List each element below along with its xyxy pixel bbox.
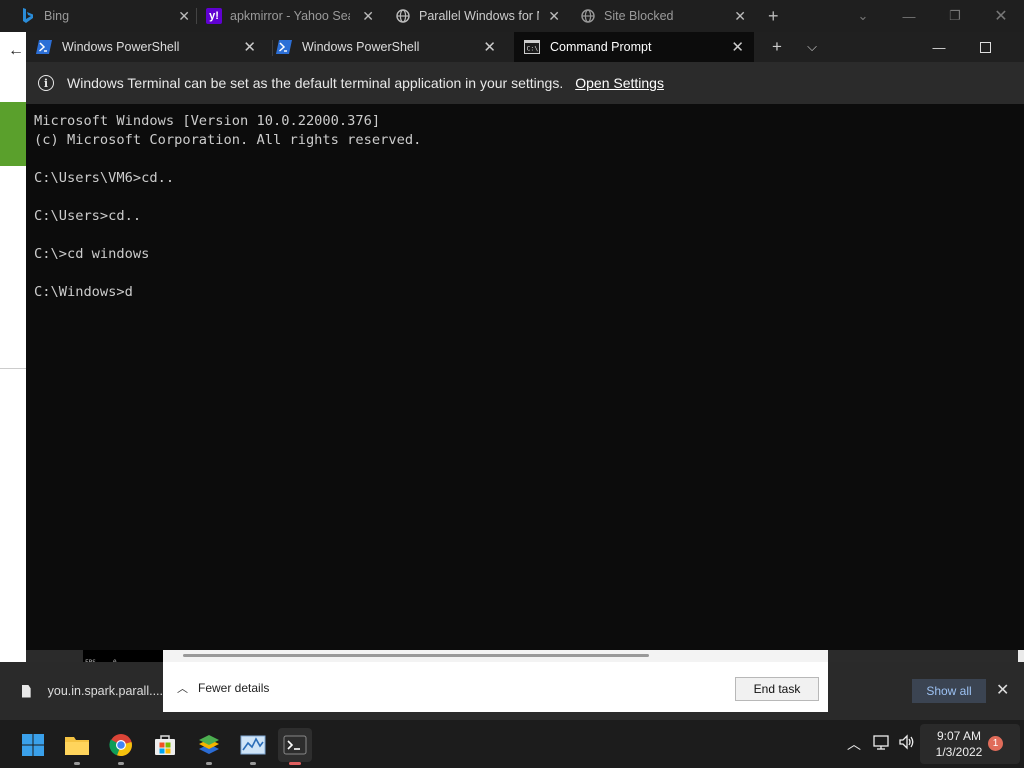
close-icon[interactable]: ✕ — [734, 8, 746, 25]
taskbar-bluestacks[interactable] — [192, 728, 226, 765]
restore-button[interactable]: ❐ — [932, 0, 978, 32]
taskbar-performance-monitor[interactable] — [236, 728, 270, 765]
close-icon[interactable]: ✕ — [548, 8, 560, 25]
new-tab-button[interactable]: + — [770, 32, 784, 62]
download-file-name: you.in.spark.parall.... — [47, 684, 163, 698]
powershell-icon — [276, 40, 292, 54]
info-icon: i — [38, 75, 54, 91]
plus-icon: + — [772, 37, 782, 56]
close-icon[interactable]: ✕ — [362, 8, 374, 25]
performance-monitor-icon — [240, 735, 266, 755]
terminal-window: Windows PowerShell ✕ Windows PowerShell … — [26, 32, 1024, 650]
powershell-icon — [36, 40, 52, 54]
browser-tab-strip: Bing ✕ y! apkmirror - Yahoo Sear ✕ Paral… — [0, 0, 1024, 32]
browser-tab-label: apkmirror - Yahoo Sear — [230, 9, 350, 23]
minimize-icon: — — [932, 39, 946, 55]
console-line: (c) Microsoft Corporation. All rights re… — [34, 132, 422, 148]
browser-tab-label: Site Blocked — [604, 9, 674, 23]
fewer-details-button[interactable]: ︿ Fewer details — [177, 680, 269, 696]
close-icon[interactable]: ✕ — [178, 8, 190, 25]
task-manager-footer: ︿ Fewer details End task — [163, 662, 828, 712]
console-line: Microsoft Windows [Version 10.0.22000.37… — [34, 113, 381, 129]
end-task-button[interactable]: End task — [735, 677, 819, 701]
network-icon[interactable] — [873, 734, 891, 753]
console-line: C:\Users\VM6>cd.. — [34, 170, 175, 186]
infobar-message: Windows Terminal can be set as the defau… — [67, 75, 564, 91]
back-arrow-icon[interactable]: ← — [8, 42, 24, 60]
time: 9:07 AM — [936, 729, 982, 743]
chevron-up-icon: ︿ — [177, 683, 188, 695]
task-manager-scroll-area — [163, 650, 828, 662]
file-explorer-icon — [65, 737, 89, 755]
browser-tab-site-blocked[interactable]: Site Blocked ✕ — [580, 0, 746, 32]
browser-tab-label: Parallel Windows for N — [419, 9, 539, 23]
start-button[interactable] — [16, 728, 50, 762]
tab-powershell-1[interactable]: Windows PowerShell ✕ — [36, 32, 266, 62]
notification-badge[interactable]: 1 — [988, 736, 1003, 751]
maximize-icon — [979, 41, 991, 53]
chevron-down-icon: ⌵ — [807, 39, 817, 54]
download-item[interactable]: you.in.spark.parall.... — [0, 662, 163, 720]
minimize-button[interactable]: — — [916, 32, 962, 62]
maximize-button[interactable] — [962, 32, 1008, 62]
plus-icon: + — [768, 5, 779, 26]
close-icon: ✕ — [996, 682, 1010, 699]
horizontal-scrollbar[interactable] — [183, 654, 649, 657]
file-icon — [22, 684, 31, 698]
open-settings-link[interactable]: Open Settings — [575, 75, 664, 91]
taskbar-chrome[interactable] — [104, 728, 138, 765]
taskbar-store[interactable] — [148, 728, 182, 762]
svg-text:C:\: C:\ — [527, 45, 539, 53]
minimize-button[interactable]: — — [886, 0, 932, 32]
globe-icon — [395, 8, 411, 24]
tab-command-prompt[interactable]: C:\ Command Prompt ✕ — [514, 32, 754, 62]
page-banner — [0, 102, 26, 166]
close-icon[interactable]: ✕ — [483, 38, 496, 56]
clock: 9:07 AM 1/3/2022 — [920, 728, 998, 760]
bing-icon — [20, 8, 36, 24]
tab-powershell-2[interactable]: Windows PowerShell ✕ — [276, 32, 506, 62]
taskbar-file-explorer[interactable] — [60, 728, 94, 765]
globe-icon — [580, 8, 596, 24]
dropdown-button[interactable]: ⌵ — [802, 32, 822, 62]
browser-tab-bing[interactable]: Bing ✕ — [20, 0, 190, 32]
console-output[interactable]: Microsoft Windows [Version 10.0.22000.37… — [26, 104, 1024, 650]
console-line: C:\Users>cd.. — [34, 208, 142, 224]
close-download-bar-button[interactable]: ✕ — [996, 680, 1009, 700]
taskbar: ︿ 9:07 AM 1/3/2022 1 — [0, 720, 1024, 768]
browser-tab-label: Bing — [44, 9, 70, 23]
taskbar-terminal[interactable] — [278, 728, 312, 765]
start-icon — [22, 734, 44, 756]
volume-icon[interactable] — [898, 734, 916, 753]
browser-page-left-edge: ← — [0, 32, 26, 662]
tab-label: Windows PowerShell — [302, 40, 420, 54]
tab-label: Windows PowerShell — [62, 40, 180, 54]
cmd-icon: C:\ — [524, 40, 540, 54]
close-icon[interactable]: ✕ — [731, 38, 744, 56]
chevron-down-icon[interactable]: ⌄ — [840, 0, 886, 32]
bluestacks-icon — [199, 735, 219, 754]
browser-tab-parallel-windows[interactable]: Parallel Windows for N ✕ — [395, 0, 560, 32]
default-terminal-infobar: i Windows Terminal can be set as the def… — [26, 62, 1024, 104]
terminal-icon — [283, 735, 307, 755]
chrome-icon — [109, 734, 132, 757]
close-icon[interactable]: ✕ — [243, 38, 256, 56]
console-line: C:\Windows>d — [34, 284, 133, 300]
browser-tab-yahoo[interactable]: y! apkmirror - Yahoo Sear ✕ — [206, 0, 374, 32]
terminal-tab-bar: Windows PowerShell ✕ Windows PowerShell … — [26, 32, 1024, 62]
date: 1/3/2022 — [935, 745, 983, 759]
new-tab-button[interactable]: + — [768, 0, 788, 32]
tab-label: Command Prompt — [550, 40, 652, 54]
chevron-up-icon[interactable]: ︿ — [847, 734, 861, 754]
show-all-button[interactable]: Show all — [912, 679, 986, 703]
yahoo-icon: y! — [206, 8, 222, 24]
close-window-button[interactable]: ✕ — [978, 0, 1024, 32]
console-line: C:\>cd windows — [34, 246, 150, 262]
fewer-details-label: Fewer details — [198, 681, 270, 695]
store-icon — [155, 735, 175, 755]
